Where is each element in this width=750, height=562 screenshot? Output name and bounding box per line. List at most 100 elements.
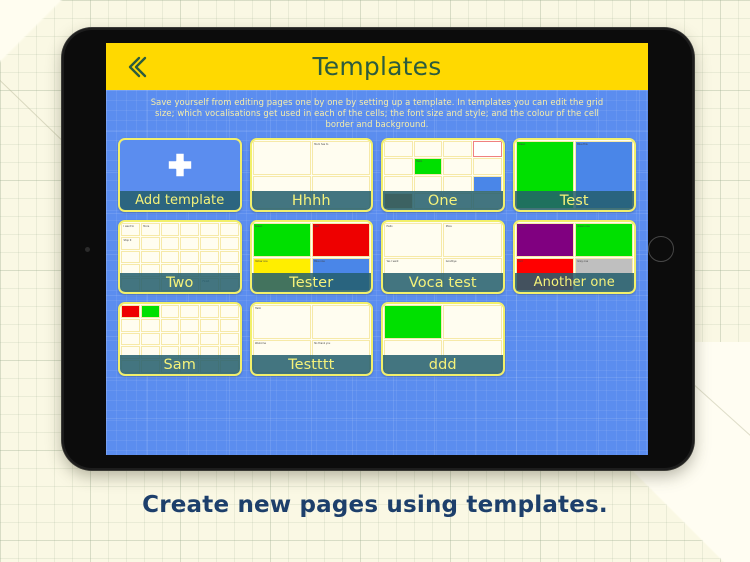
thumbnail-cell-label: Yes I want	[386, 259, 399, 263]
thumbnail-cell	[121, 305, 140, 318]
thumbnail-cell	[180, 305, 199, 318]
thumbnail-cell	[219, 223, 239, 236]
thumbnail-cell-label: Stop it	[123, 238, 132, 242]
double-chevron-left-icon	[126, 54, 148, 80]
thumbnail-cell-label: Grey one	[577, 259, 589, 263]
template-card-label: Testttt	[251, 355, 371, 374]
page-root: Templates Save yourself from editing pag…	[0, 0, 750, 562]
thumbnail-cell-label: Hello	[255, 307, 262, 310]
thumbnail-cell-label: Hello	[416, 160, 423, 164]
thumbnail-cell-label: Red	[518, 259, 523, 263]
thumbnail-cell	[472, 158, 502, 175]
thumbnail-cell	[160, 250, 180, 264]
thumbnail-cell: Purple	[515, 223, 574, 257]
thumbnail-cell	[140, 332, 160, 346]
thumbnail-cell	[140, 318, 160, 332]
thumbnail-cell	[200, 332, 219, 346]
template-card-label: Tester	[251, 273, 371, 292]
thumbnail-cell: Green one	[574, 223, 633, 257]
template-card-label: Hhhh	[251, 191, 371, 210]
thumbnail-cell	[140, 305, 160, 318]
thumbnail-cell	[160, 332, 180, 346]
thumbnail-cell	[311, 305, 370, 339]
thumbnail-cell: More	[443, 223, 502, 257]
template-card[interactable]: Sam	[118, 302, 242, 376]
template-card[interactable]: Hello More Yes I want Goodbye Voca test	[381, 220, 505, 294]
thumbnail-cell-label: Purple	[518, 225, 526, 228]
template-card[interactable]: Hello Welcome No thank you Testttt	[249, 302, 373, 376]
thumbnail-cell	[200, 223, 219, 236]
template-card[interactable]: Add template	[118, 138, 242, 212]
tablet-screen: Templates Save yourself from editing pag…	[106, 43, 648, 455]
thumbnail-cell	[219, 305, 239, 318]
back-button[interactable]	[116, 43, 158, 90]
thumbnail-cell-label: Red	[314, 225, 319, 228]
thumbnail-cell	[252, 141, 311, 175]
thumbnail-cell	[384, 141, 413, 158]
thumbnail-cell: Red	[311, 223, 370, 257]
thumbnail-cell	[180, 318, 199, 332]
page-title: Templates	[312, 52, 442, 81]
template-card-label: Another one	[514, 273, 634, 292]
thumbnail-cell-label: Green	[518, 143, 526, 146]
thumbnail-cell-label: Hello	[386, 225, 393, 228]
thumbnail-cell	[443, 158, 472, 175]
thumbnail-cell-label: Blue this	[577, 143, 588, 146]
thumbnail-cell	[200, 236, 219, 250]
thumbnail-cell-label: Green	[255, 225, 263, 228]
thumbnail-cell	[160, 236, 180, 250]
thumbnail-cell-label: More	[445, 225, 452, 228]
thumbnail-cell-label: Mum has to	[314, 143, 329, 146]
template-card[interactable]: Mum has to Hhhh	[249, 138, 373, 212]
thumbnail-cell-label: I want to	[123, 225, 135, 228]
app-header: Templates	[106, 43, 648, 90]
description-text: Save yourself from editing pages one by …	[150, 97, 604, 129]
thumbnail-cell: More	[140, 223, 160, 236]
front-camera-icon	[85, 247, 90, 252]
template-card-label: Add template	[120, 191, 240, 210]
thumbnail-cell	[472, 175, 502, 192]
thumbnail-cell	[200, 250, 219, 264]
thumbnail-cell	[443, 305, 502, 339]
thumbnail-cell	[121, 332, 140, 346]
thumbnail-cell	[160, 305, 180, 318]
thumbnail-cell: Mum has to	[311, 141, 370, 175]
thumbnail-cell-label: Green one	[577, 225, 590, 228]
thumbnail-cell: Hello	[252, 305, 311, 339]
template-grid: Add template Mum has to Hhhh Hello One Green B…	[118, 138, 636, 376]
thumbnail-cell	[200, 305, 219, 318]
caption-text: Create new pages using templates.	[142, 492, 608, 518]
thumbnail-cell: Stop it	[121, 236, 140, 250]
thumbnail-cell	[140, 250, 160, 264]
thumbnail-cell	[384, 158, 413, 175]
template-card[interactable]: Purple Green one Red Grey one Another one	[512, 220, 636, 294]
thumbnail-cell	[413, 175, 443, 192]
thumbnail-cell	[472, 141, 502, 158]
thumbnail-cell	[384, 175, 413, 192]
thumbnail-cell	[219, 236, 239, 250]
template-card-label: Test	[514, 191, 634, 210]
thumbnail-cell: Hello	[413, 158, 443, 175]
content-area: Save yourself from editing pages one by …	[106, 90, 648, 455]
template-card[interactable]: I want toMoreStop itFinishTwo	[118, 220, 242, 294]
thumbnail-cell	[443, 175, 472, 192]
thumbnail-cell	[219, 318, 239, 332]
thumbnail-cell	[160, 223, 180, 236]
thumbnail-cell	[121, 318, 140, 332]
template-card[interactable]: Green Red Yellow one Blue one Tester	[249, 220, 373, 294]
home-button[interactable]	[648, 236, 674, 262]
thumbnail-cell: I want to	[121, 223, 140, 236]
thumbnail-cell	[160, 318, 180, 332]
thumbnail-cell	[180, 236, 199, 250]
thumbnail-cell-label: Welcome	[255, 341, 266, 345]
thumbnail-cell-label: Goodbye	[445, 259, 457, 263]
template-card[interactable]: Green Blue this Test	[512, 138, 636, 212]
thumbnail-cell	[443, 141, 472, 158]
thumbnail-cell	[384, 305, 443, 339]
template-card[interactable]: Hello One	[381, 138, 505, 212]
thumbnail-cell	[413, 141, 443, 158]
thumbnail-cell	[180, 223, 199, 236]
thumbnail-cell-label: Yellow one	[255, 259, 268, 263]
thumbnail-cell-label: More	[143, 225, 150, 228]
template-card[interactable]: ddd	[381, 302, 505, 376]
